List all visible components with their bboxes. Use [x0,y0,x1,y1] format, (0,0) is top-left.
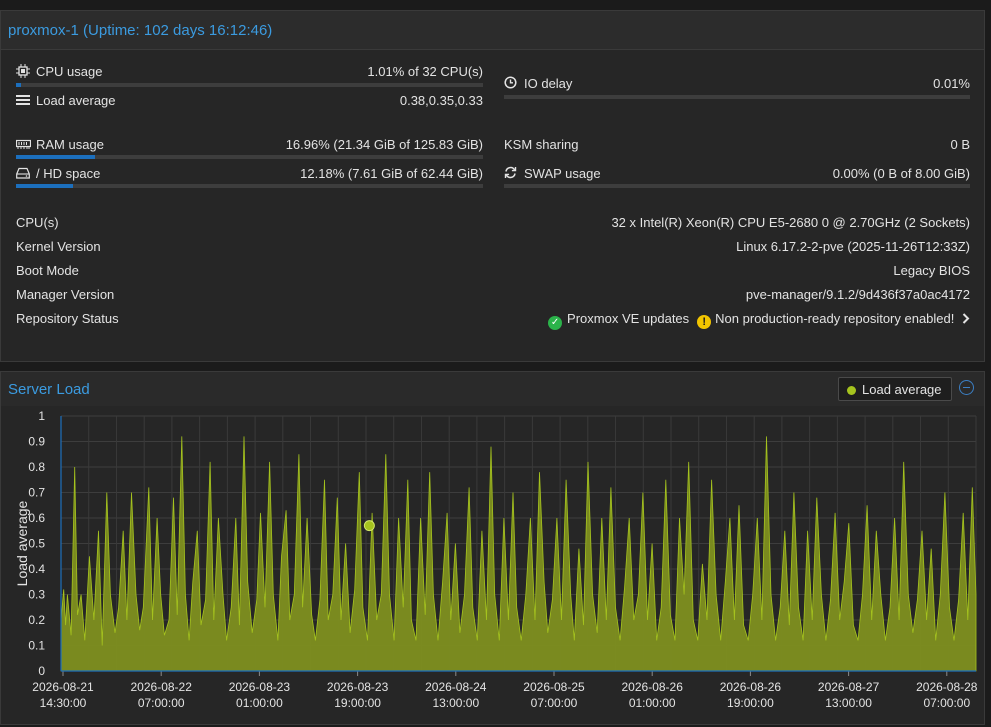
hd-space-row: / HD space 12.18% (7.61 GiB of 62.44 GiB… [16,166,483,186]
y-tick-label: 0.2 [28,613,45,627]
manager-version-value: pve-manager/9.1.2/9d436f37a0ac4172 [745,287,970,302]
y-tick-label: 1 [38,411,45,423]
check-circle-icon: ✓ [548,316,563,330]
cpu-usage-bar-fill [16,83,21,87]
legend-label: Load average [862,382,942,397]
x-tick-time: 13:00:00 [825,696,872,710]
repository-status-value[interactable]: ✓ Proxmox VE updates! Non production-ready… [548,311,970,330]
swap-usage-label: SWAP usage [524,166,601,181]
y-tick-label: 0.1 [28,639,45,653]
hovered-data-point [363,520,375,532]
x-tick-date: 2026-08-26 [622,680,684,694]
x-tick-date: 2026-08-23 [229,680,291,694]
ram-usage-row: RAM usage 16.96% (21.34 GiB of 125.83 Gi… [16,137,483,157]
kernel-version-value: Linux 6.17.2-2-pve (2025-11-26T12:33Z) [736,239,970,254]
y-tick-label: 0.3 [28,588,45,602]
collapse-icon[interactable] [959,380,974,395]
y-tick-label: 0 [38,664,45,678]
cpu-usage-bar [16,83,483,87]
warning-icon: ! [697,315,712,329]
y-tick-label: 0.5 [28,537,45,551]
kernel-version-label: Kernel Version [16,239,101,254]
load-average-value: 0.38,0.35,0.33 [399,93,483,108]
x-tick-time: 01:00:00 [629,696,676,710]
y-tick-label: 0.8 [28,460,45,474]
repository-status-row: Repository Status ✓ Proxmox VE updates! No… [16,311,970,330]
ram-usage-value: 16.96% (21.34 GiB of 125.83 GiB) [285,137,483,152]
y-axis-label: Load average [14,500,30,586]
cpus-info-row: CPU(s) 32 x Intel(R) Xeon(R) CPU E5-2680… [16,215,970,233]
memory-icon [16,138,31,150]
repository-status-label: Repository Status [16,311,119,326]
ksm-sharing-value: 0 B [950,137,970,152]
x-tick-time: 13:00:00 [432,696,479,710]
cpu-icon [16,64,30,78]
server-load-chart: 1 0.9 0.8 0.7 0.6 0.5 0.4 0.3 0.2 0.1 0 2026-08-21 1… [14,411,978,710]
chevron-right-icon[interactable] [962,311,970,326]
cpus-label: CPU(s) [16,215,59,230]
refresh-icon [504,166,518,179]
x-tick-time: 01:00:00 [236,696,283,710]
server-load-header: Server Load Load average [1,372,984,406]
x-tick-date: 2026-08-21 [32,680,94,694]
swap-usage-bar [504,184,970,188]
cpu-usage-row: CPU usage 1.01% of 32 CPU(s) [16,64,483,84]
hd-space-bar [16,184,483,188]
ram-usage-bar-fill [16,155,96,159]
y-tick-label: 0.7 [28,486,45,500]
x-tick-time: 07:00:00 [138,696,185,710]
x-tick-date: 2026-08-27 [818,680,880,694]
ram-usage-label: RAM usage [36,137,104,152]
ram-usage-bar [16,155,483,159]
ksm-sharing-row: KSM sharing 0 B [504,137,970,157]
y-tick-label: 0.9 [28,435,45,449]
node-title: proxmox-1 (Uptime: 102 days 16:12:46) [8,22,273,39]
x-tick-time: 19:00:00 [727,696,774,710]
y-tick-label: 0.6 [28,511,45,525]
cpu-usage-value: 1.01% of 32 CPU(s) [367,64,483,79]
hd-space-label: / HD space [36,166,101,181]
clock-icon [504,76,518,89]
load-average-label: Load average [36,93,116,108]
node-status-panel: proxmox-1 (Uptime: 102 days 16:12:46) CP… [0,10,985,362]
io-delay-row: IO delay 0.01% [504,76,970,96]
boot-mode-value: Legacy BIOS [893,263,970,278]
repo-ok-text: Proxmox VE updates [567,311,690,326]
cpus-value: 32 x Intel(R) Xeon(R) CPU E5-2680 0 @ 2.… [611,215,970,230]
io-delay-label: IO delay [524,76,573,91]
x-tick-date: 2026-08-26 [720,680,782,694]
io-delay-bar [504,95,970,99]
x-tick-time: 19:00:00 [334,696,381,710]
x-tick-time: 14:30:00 [40,696,87,710]
swap-usage-value: 0.00% (0 B of 8.00 GiB) [832,166,970,181]
repo-warn-text: Non production-ready repository enabled! [715,311,955,326]
x-tick-date: 2026-08-28 [916,680,978,694]
x-tick-date: 2026-08-24 [425,680,487,694]
manager-version-row: Manager Version pve-manager/9.1.2/9d436f… [16,287,970,305]
load-average-icon [16,94,30,106]
y-tick-label: 0.4 [28,562,45,576]
swap-usage-row: SWAP usage 0.00% (0 B of 8.00 GiB) [504,166,970,186]
x-tick-date: 2026-08-23 [327,680,389,694]
legend-series-dot [847,386,856,395]
hdd-icon [16,167,30,179]
io-delay-value: 0.01% [933,76,970,91]
hd-space-value: 12.18% (7.61 GiB of 62.44 GiB) [300,166,483,181]
load-average-row: Load average 0.38,0.35,0.33 [16,93,483,113]
legend-toggle-button[interactable]: Load average [838,377,952,401]
server-load-panel: Server Load Load average 1 0.9 0.8 0.7 0.6 0.… [0,371,985,725]
server-load-title: Server Load [8,381,90,398]
node-status-header: proxmox-1 (Uptime: 102 days 16:12:46) [1,11,984,50]
boot-mode-row: Boot Mode Legacy BIOS [16,263,970,281]
manager-version-label: Manager Version [16,287,115,302]
kernel-info-row: Kernel Version Linux 6.17.2-2-pve (2025-… [16,239,970,257]
x-tick-date: 2026-08-22 [131,680,193,694]
x-tick-time: 07:00:00 [923,696,970,710]
x-tick-time: 07:00:00 [531,696,578,710]
x-tick-date: 2026-08-25 [523,680,585,694]
ksm-sharing-label: KSM sharing [504,137,579,152]
hd-space-bar-fill [16,184,73,188]
boot-mode-label: Boot Mode [16,263,79,278]
cpu-usage-label: CPU usage [36,64,103,79]
